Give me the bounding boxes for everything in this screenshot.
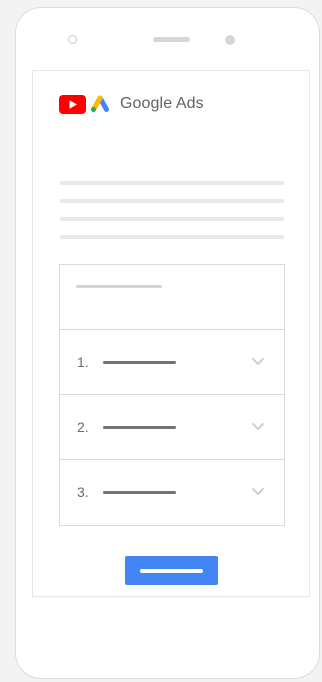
header-placeholder-line <box>76 285 162 288</box>
accordion-item-label-placeholder <box>103 361 176 364</box>
brand-name: Google Ads <box>120 95 204 112</box>
accordion-panel: 1. 2. 3. <box>59 264 285 526</box>
button-label-placeholder <box>140 569 203 573</box>
accordion-item-3[interactable]: 3. <box>60 460 284 525</box>
brand-header: Google Ads <box>59 93 204 115</box>
front-camera <box>68 35 77 44</box>
placeholder-text-line <box>60 199 284 203</box>
phone-screen: Google Ads 1. 2. 3. <box>32 70 310 597</box>
accordion-item-number: 2. <box>77 419 89 435</box>
chevron-down-icon[interactable] <box>251 487 265 496</box>
accordion-item-2[interactable]: 2. <box>60 395 284 460</box>
phone-frame: Google Ads 1. 2. 3. <box>15 7 320 679</box>
accordion-item-label-placeholder <box>103 491 176 494</box>
youtube-icon <box>59 94 86 114</box>
placeholder-text-line <box>60 181 284 185</box>
earpiece-speaker <box>153 37 190 42</box>
chevron-down-icon[interactable] <box>251 357 265 366</box>
accordion-item-label-placeholder <box>103 426 176 429</box>
accordion-item-number: 3. <box>77 484 89 500</box>
placeholder-text-line <box>60 217 284 221</box>
placeholder-text-line <box>60 235 284 239</box>
chevron-down-icon[interactable] <box>251 422 265 431</box>
accordion-item-1[interactable]: 1. <box>60 330 284 395</box>
accordion-header <box>60 265 284 330</box>
accordion-item-number: 1. <box>77 354 89 370</box>
proximity-sensor <box>225 35 235 45</box>
google-ads-icon <box>91 95 109 112</box>
primary-action-button[interactable] <box>125 556 218 585</box>
